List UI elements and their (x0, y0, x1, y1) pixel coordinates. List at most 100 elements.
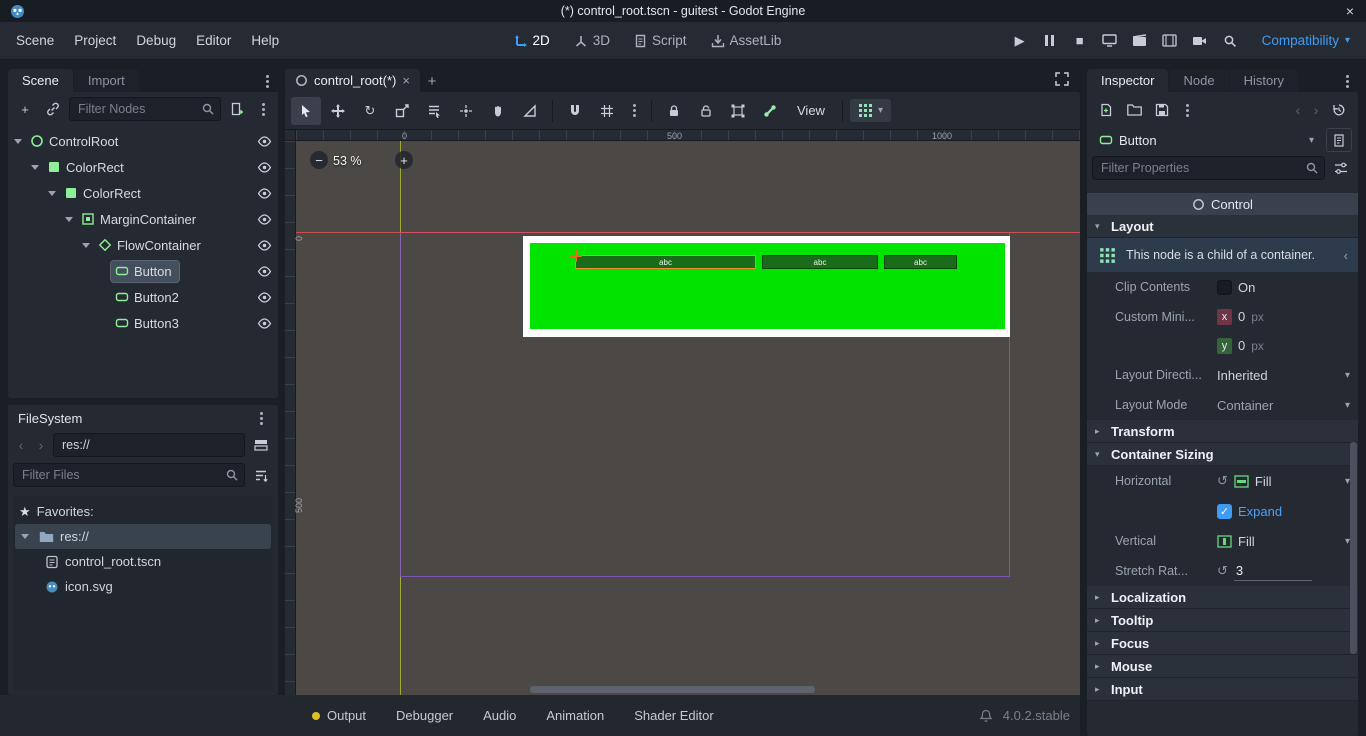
grid-snap-button[interactable] (592, 97, 622, 125)
debugger-panel-button[interactable]: Debugger (384, 702, 465, 729)
tree-row-button3[interactable]: Button3 (8, 310, 278, 336)
resource-options-button[interactable] (1177, 97, 1197, 123)
canvas-button-3[interactable]: abc (884, 255, 957, 269)
fs-item-icon-svg[interactable]: icon.svg (13, 574, 273, 599)
scene-tab-close-icon[interactable]: × (402, 73, 410, 88)
play-button[interactable]: ▶ (1006, 28, 1034, 54)
2d-viewport-canvas[interactable]: abc abc abc 0 500 1000 0 500 − 5 (285, 130, 1080, 695)
attach-script-button[interactable] (225, 96, 249, 122)
section-container-sizing[interactable]: ▾ Container Sizing (1087, 443, 1358, 466)
notice-collapse-button[interactable]: ‹ (1340, 248, 1352, 263)
tab-scene[interactable]: Scene (8, 69, 73, 92)
fs-item-scene-file[interactable]: control_root.tscn (13, 549, 273, 574)
layout-mode-dropdown[interactable]: Container ▾ (1217, 398, 1350, 413)
pan-tool-button[interactable] (483, 97, 513, 125)
visibility-eye-icon[interactable] (257, 186, 272, 201)
history-forward-button[interactable]: › (1308, 102, 1324, 118)
layout-direction-dropdown[interactable]: Inherited ▾ (1217, 368, 1350, 383)
renderer-dropdown[interactable]: Compatibility ▾ (1252, 29, 1360, 52)
expand-checkbox[interactable]: ✓ (1217, 504, 1232, 519)
section-tooltip[interactable]: ▸ Tooltip (1087, 609, 1358, 632)
pivot-tool-button[interactable] (451, 97, 481, 125)
visibility-eye-icon[interactable] (257, 316, 272, 331)
inspector-scrollbar[interactable] (1350, 442, 1357, 654)
edited-node-dropdown[interactable]: Button ▾ (1093, 130, 1320, 151)
visibility-eye-icon[interactable] (257, 134, 272, 149)
menu-debug[interactable]: Debug (126, 28, 186, 53)
collapse-caret-icon[interactable] (82, 243, 90, 248)
menu-project[interactable]: Project (64, 28, 126, 53)
filter-properties-input[interactable] (1092, 156, 1325, 180)
save-resource-button[interactable] (1149, 97, 1175, 123)
output-panel-button[interactable]: Output (300, 702, 378, 729)
new-scene-tab-button[interactable]: + (420, 70, 444, 92)
min-size-y-field[interactable]: 0 (1238, 338, 1245, 353)
tab-node[interactable]: Node (1169, 69, 1228, 92)
tree-row-flowcontainer[interactable]: FlowContainer (8, 232, 278, 258)
section-transform[interactable]: ▸ Transform (1087, 420, 1358, 443)
fs-item-res-root[interactable]: res:// (15, 524, 271, 549)
workspace-script-button[interactable]: Script (624, 28, 697, 53)
revert-button[interactable]: ↺ (1217, 563, 1228, 579)
ruler-tool-button[interactable] (515, 97, 545, 125)
list-select-tool-button[interactable] (419, 97, 449, 125)
filter-nodes-input[interactable] (69, 97, 221, 121)
anchor-preset-dropdown[interactable]: ▾ (850, 99, 891, 122)
tree-row-colorrect1[interactable]: ColorRect (8, 154, 278, 180)
workspace-3d-button[interactable]: 3D (564, 28, 620, 53)
revert-button[interactable]: ↺ (1217, 473, 1228, 489)
fs-path-input[interactable] (53, 433, 245, 457)
distraction-free-button[interactable] (1048, 66, 1076, 92)
menu-help[interactable]: Help (241, 28, 289, 53)
fs-back-button[interactable]: ‹ (13, 437, 29, 453)
filter-files-input[interactable] (13, 463, 245, 487)
unlock-button[interactable] (691, 97, 721, 125)
group-button[interactable] (723, 97, 753, 125)
section-mouse[interactable]: ▸ Mouse (1087, 655, 1358, 678)
window-close-button[interactable]: × (1346, 0, 1354, 22)
tree-row-margincontainer[interactable]: MarginContainer (8, 206, 278, 232)
animation-panel-button[interactable]: Animation (534, 702, 616, 729)
play-scene-button[interactable] (1126, 28, 1154, 54)
clip-contents-checkbox[interactable] (1217, 280, 1232, 295)
collapse-caret-icon[interactable] (14, 139, 22, 144)
workspace-2d-button[interactable]: 2D (504, 28, 560, 53)
workspace-assetlib-button[interactable]: AssetLib (701, 28, 792, 53)
min-size-x-field[interactable]: 0 (1238, 309, 1245, 324)
fs-sort-button[interactable] (249, 462, 273, 488)
inspector-dock-menu-button[interactable] (1336, 70, 1358, 92)
tree-row-button2[interactable]: Button2 (8, 284, 278, 310)
zoom-out-button[interactable]: − (310, 151, 328, 169)
visibility-eye-icon[interactable] (257, 238, 272, 253)
object-history-button[interactable] (1326, 97, 1352, 123)
tree-row-colorrect2[interactable]: ColorRect (8, 180, 278, 206)
add-node-button[interactable]: + (13, 96, 37, 122)
section-focus[interactable]: ▸ Focus (1087, 632, 1358, 655)
favorites-row[interactable]: ★ Favorites: (13, 499, 273, 524)
zoom-in-button[interactable]: + (395, 151, 413, 169)
audio-panel-button[interactable]: Audio (471, 702, 528, 729)
notifications-bell-icon[interactable] (979, 709, 993, 723)
scene-tab-control-root[interactable]: control_root(*) × (285, 69, 420, 92)
scale-tool-button[interactable] (387, 97, 417, 125)
remote-debug-button[interactable] (1096, 28, 1124, 54)
canvas-button-2[interactable]: abc (762, 255, 878, 269)
tab-history[interactable]: History (1230, 69, 1298, 92)
new-resource-button[interactable] (1093, 97, 1119, 123)
select-tool-button[interactable] (291, 97, 321, 125)
collapse-caret-icon[interactable] (48, 191, 56, 196)
horizontal-sizing-value[interactable]: Fill (1255, 474, 1272, 489)
tree-row-button[interactable]: Button (8, 258, 278, 284)
snap-options-button[interactable] (624, 97, 644, 125)
property-tools-button[interactable] (1329, 155, 1353, 181)
visibility-eye-icon[interactable] (257, 212, 272, 227)
collapse-caret-icon[interactable] (65, 217, 73, 222)
play-custom-scene-button[interactable] (1156, 28, 1184, 54)
canvas-horizontal-scrollbar[interactable] (530, 686, 815, 693)
visibility-eye-icon[interactable] (257, 290, 272, 305)
scene-tree-menu-button[interactable] (253, 96, 273, 122)
renderer-settings-button[interactable] (1216, 28, 1244, 54)
shader-editor-panel-button[interactable]: Shader Editor (622, 702, 726, 729)
open-docs-button[interactable] (1326, 128, 1352, 152)
menu-scene[interactable]: Scene (6, 28, 64, 53)
